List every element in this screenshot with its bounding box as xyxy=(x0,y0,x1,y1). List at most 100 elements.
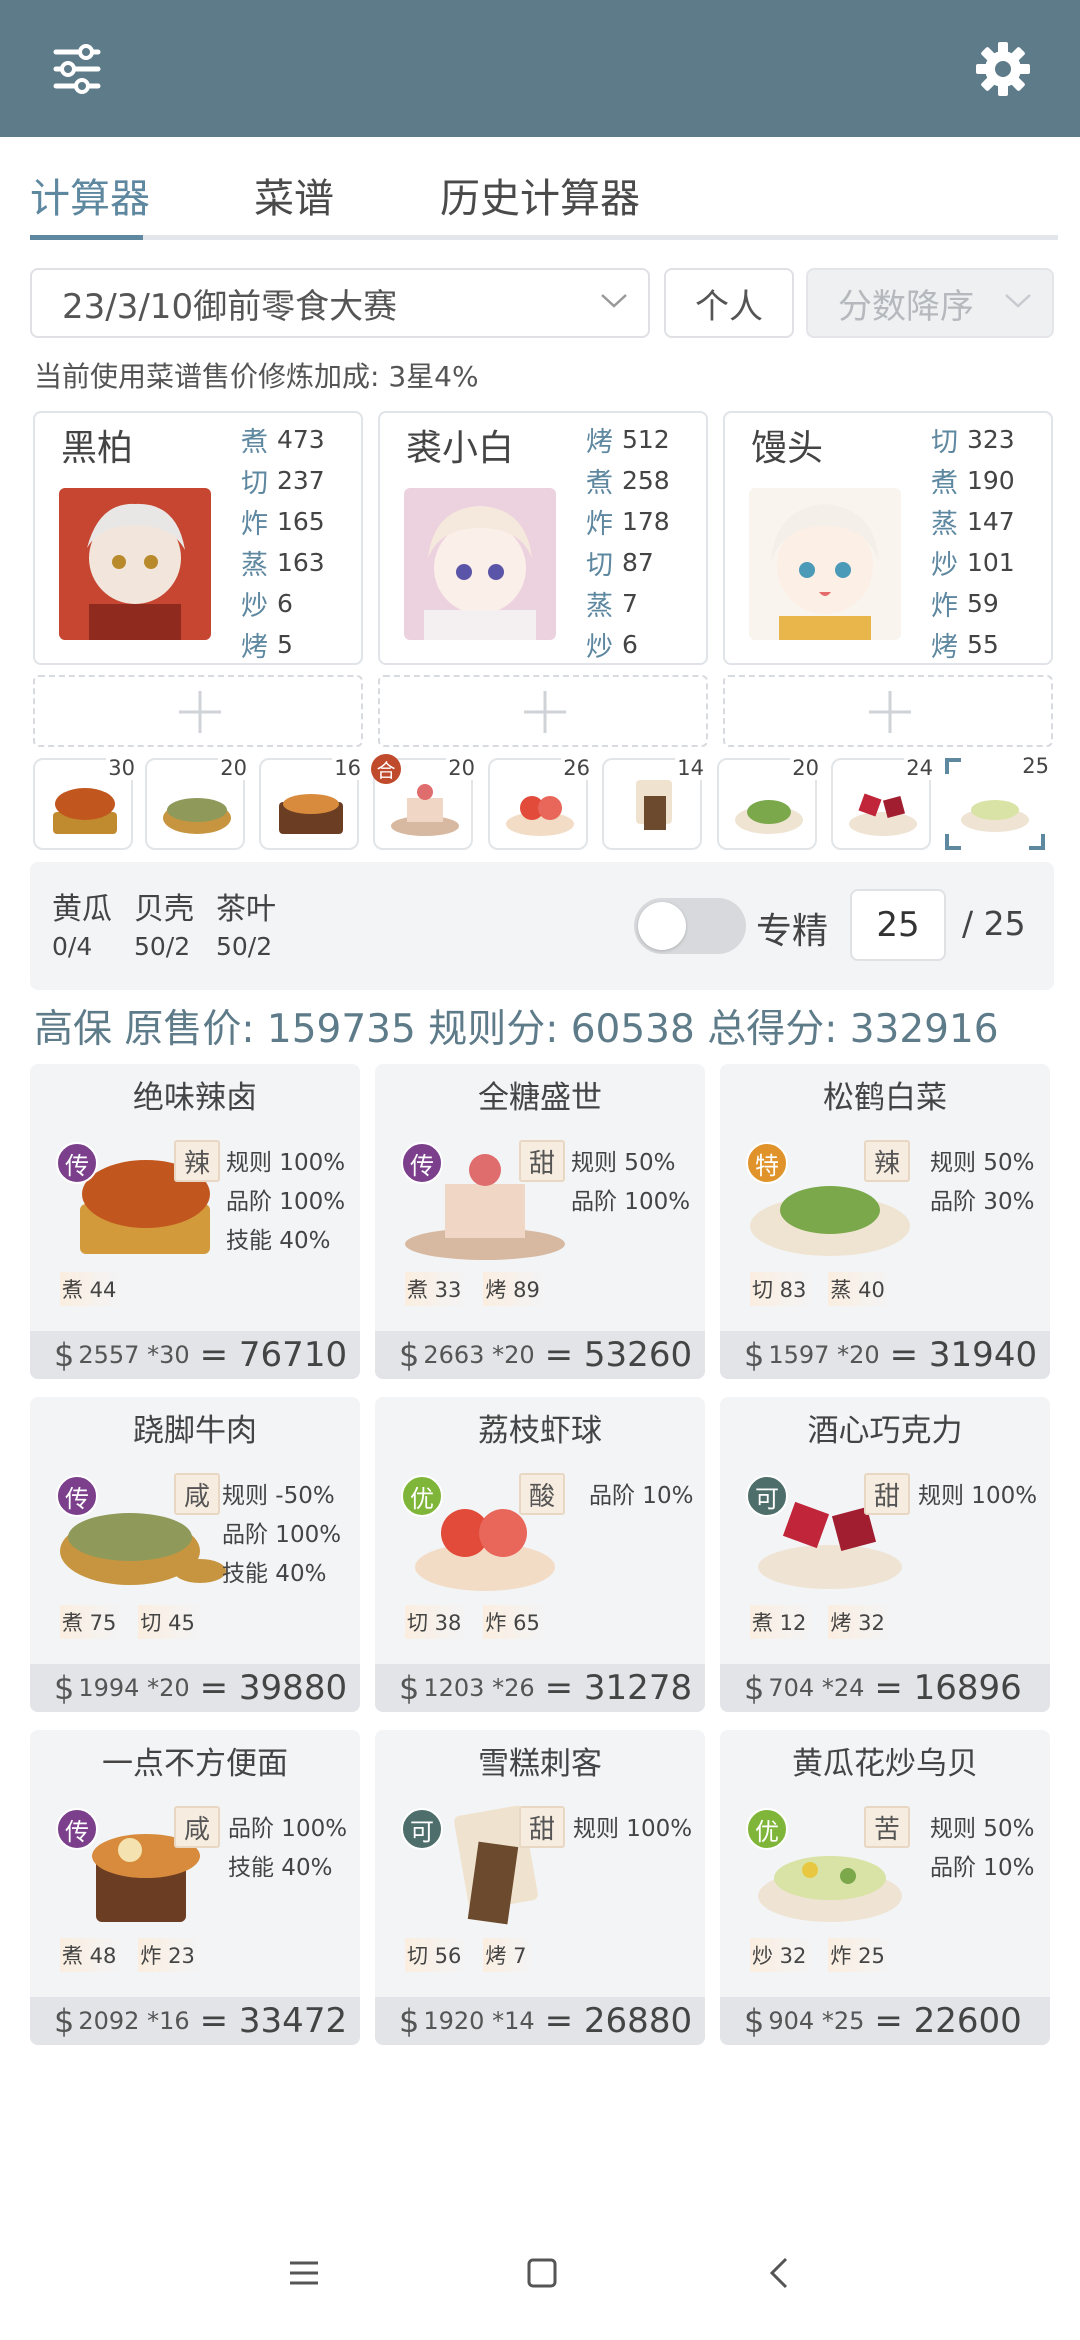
add-equipment-slot[interactable] xyxy=(723,675,1053,747)
dollar-icon: $ xyxy=(54,1669,75,1707)
chef-stat: 炸 178 xyxy=(586,501,670,542)
skill-requirements: 切 83 蒸 40 xyxy=(750,1272,893,1306)
plus-icon xyxy=(869,691,911,733)
stat-value: 237 xyxy=(277,466,325,495)
total-price: = 76710 xyxy=(199,1335,348,1375)
recipe-card[interactable]: 跷脚牛肉 传 咸 规则 -50% 品阶 100% 技能 40% 煮 75 切 45 $… xyxy=(30,1397,360,1712)
stat-key: 蒸 xyxy=(241,550,268,581)
recipe-card[interactable]: 荔枝虾球 优 酸 品阶 10% 切 38 炸 65 $1203 *26 = 3127… xyxy=(375,1397,705,1712)
chef-card[interactable]: 馒头 切 323 煮 190 蒸 147 炒 101 炸 59 烤 55 xyxy=(723,411,1053,665)
chef-stat: 烤5 xyxy=(241,624,325,665)
unit-price: 1203 xyxy=(423,1674,485,1702)
event-select-value: 23/3/10御前零食大赛 xyxy=(62,286,398,327)
dish-icon[interactable]: 26 xyxy=(488,756,592,850)
skill-requirements: 煮 12 烤 32 xyxy=(750,1605,893,1639)
recipe-card[interactable]: 全糖盛世 传 甜 规则 50% 品阶 100% 煮 33 烤 89 $2663 *2… xyxy=(375,1064,705,1379)
modifier: 技能 40% xyxy=(228,1855,333,1881)
recipe-name: 一点不方便面 xyxy=(102,1746,288,1782)
stat-key: 炸 xyxy=(586,509,613,540)
dish-icon[interactable]: 20 合 xyxy=(371,754,477,850)
back-icon[interactable] xyxy=(762,2255,798,2291)
dollar-icon: $ xyxy=(399,1336,420,1374)
dish-icon[interactable]: 24 xyxy=(831,756,935,850)
skill-tag: 炸 23 xyxy=(138,1938,203,1972)
sweet-tower-dish-icon xyxy=(391,784,459,836)
stat-value: 473 xyxy=(277,425,325,454)
tab-calculator[interactable]: 计算器 xyxy=(30,166,150,224)
beef-bowl-dish-icon xyxy=(163,798,231,834)
recipe-card[interactable]: 一点不方便面 传 咸 品阶 100% 技能 40% 煮 48 炸 23 $2092 … xyxy=(30,1730,360,2045)
chef-stat: 烤 55 xyxy=(931,624,1015,665)
home-icon[interactable] xyxy=(524,2255,560,2291)
rarity-badge: 优 xyxy=(746,1808,788,1850)
tab-history-calculator[interactable]: 历史计算器 xyxy=(440,166,640,224)
selection-bracket xyxy=(945,834,961,850)
price-multiplier: *24 xyxy=(821,1674,865,1702)
chocolate-dish-icon xyxy=(849,793,917,836)
skill-requirements: 煮 75 切 45 xyxy=(60,1605,203,1639)
combo-badge: 合 xyxy=(371,754,401,784)
sliders-icon[interactable] xyxy=(42,34,112,104)
skill-tag: 炒 32 xyxy=(750,1938,815,1972)
recipe-modifiers: 品阶 100% 技能 40% xyxy=(228,1810,347,1888)
flavor-tag: 酸 xyxy=(519,1473,565,1515)
modifier: 规则 100% xyxy=(573,1816,693,1842)
recipe-modifiers: 规则 -50% 品阶 100% 技能 40% xyxy=(222,1477,341,1594)
chef-card[interactable]: 黑柏 煮 473 切 237 炸 165 蒸 163 炒6 烤5 xyxy=(33,411,363,665)
cabbage-dish-icon xyxy=(735,800,803,834)
modifier: 规则 100% xyxy=(226,1150,346,1176)
total-price: = 31278 xyxy=(544,1668,693,1708)
chef-stat: 炒6 xyxy=(586,624,670,665)
recipe-card[interactable]: 绝味辣卤 传 辣 规则 100% 品阶 100% 技能 40% 煮 44 $2557… xyxy=(30,1064,360,1379)
quantity-input[interactable]: 25 xyxy=(850,889,946,961)
dollar-icon: $ xyxy=(54,1336,75,1374)
dish-icon[interactable]: 14 xyxy=(602,756,706,850)
unit-price: 1994 xyxy=(78,1674,140,1702)
menu-icon[interactable] xyxy=(286,2255,322,2291)
unit-price: 904 xyxy=(768,2007,815,2035)
dish-icon[interactable]: 30 xyxy=(33,756,137,850)
sort-select[interactable]: 分数降序 xyxy=(806,268,1054,338)
add-equipment-slot[interactable] xyxy=(33,675,363,747)
chef-portrait xyxy=(404,488,556,640)
recipe-name: 跷脚牛肉 xyxy=(133,1413,257,1449)
chef-portrait xyxy=(59,488,211,640)
gear-icon[interactable] xyxy=(968,34,1038,104)
dish-icon-selected[interactable]: 25 xyxy=(945,754,1051,850)
chevron-down-icon xyxy=(601,294,627,308)
chef-stat: 切 323 xyxy=(931,419,1015,460)
dish-icon[interactable]: 20 xyxy=(717,756,821,850)
price-multiplier: *20 xyxy=(837,1341,880,1369)
dish-icon[interactable]: 16 xyxy=(259,756,363,850)
chef-stat: 切 87 xyxy=(586,542,670,583)
skill-tag: 煮 48 xyxy=(60,1938,125,1972)
stat-value: 59 xyxy=(967,589,999,618)
recipe-card[interactable]: 酒心巧克力 可 甜 规则 100% 煮 12 烤 32 $704 *24 = 168… xyxy=(720,1397,1050,1712)
score-summary: 高保 原售价: 159735 规则分: 60538 总得分: 332916 xyxy=(34,1007,999,1052)
specialize-toggle[interactable] xyxy=(634,898,746,954)
recipe-card[interactable]: 松鹤白菜 特 辣 规则 50% 品阶 30% 切 83 蒸 40 $1597 *20… xyxy=(720,1064,1050,1379)
dollar-icon: $ xyxy=(744,1336,765,1374)
event-select[interactable]: 23/3/10御前零食大赛 xyxy=(30,268,650,338)
add-equipment-slot[interactable] xyxy=(378,675,708,747)
flavor-tag: 辣 xyxy=(864,1140,910,1182)
dish-icon[interactable]: 20 xyxy=(145,756,249,850)
skill-tag: 煮 12 xyxy=(750,1605,815,1639)
unit-price: 2663 xyxy=(423,1341,485,1369)
cucumber-shell-dish-icon xyxy=(961,800,1029,832)
total-price: = 16896 xyxy=(874,1668,1022,1708)
recipe-card[interactable]: 雪糕刺客 可 甜 规则 100% 切 56 烤 7 $1920 *14 = 2688… xyxy=(375,1730,705,2045)
person-select-button[interactable]: 个人 xyxy=(664,268,794,338)
selection-bracket xyxy=(1029,834,1045,850)
chef-card[interactable]: 裘小白 烤 512 煮 258 炸 178 切 87 蒸7 炒6 xyxy=(378,411,708,665)
specialize-label: 专精 xyxy=(756,911,829,952)
modifier: 品阶 100% xyxy=(228,1816,348,1842)
dish-count: 30 xyxy=(106,756,137,780)
recipe-modifiers: 规则 50% 品阶 100% xyxy=(571,1144,690,1222)
price-multiplier: *25 xyxy=(821,2007,865,2035)
price-bar: $2557 *30 = 76710 xyxy=(30,1331,360,1379)
recipe-card[interactable]: 黄瓜花炒乌贝 优 苦 规则 50% 品阶 10% 炒 32 炸 25 $904 *2… xyxy=(720,1730,1050,2045)
modifier: 品阶 10% xyxy=(589,1483,694,1509)
tab-recipes[interactable]: 菜谱 xyxy=(254,166,334,224)
recipe-modifiers: 规则 100% xyxy=(573,1810,692,1849)
